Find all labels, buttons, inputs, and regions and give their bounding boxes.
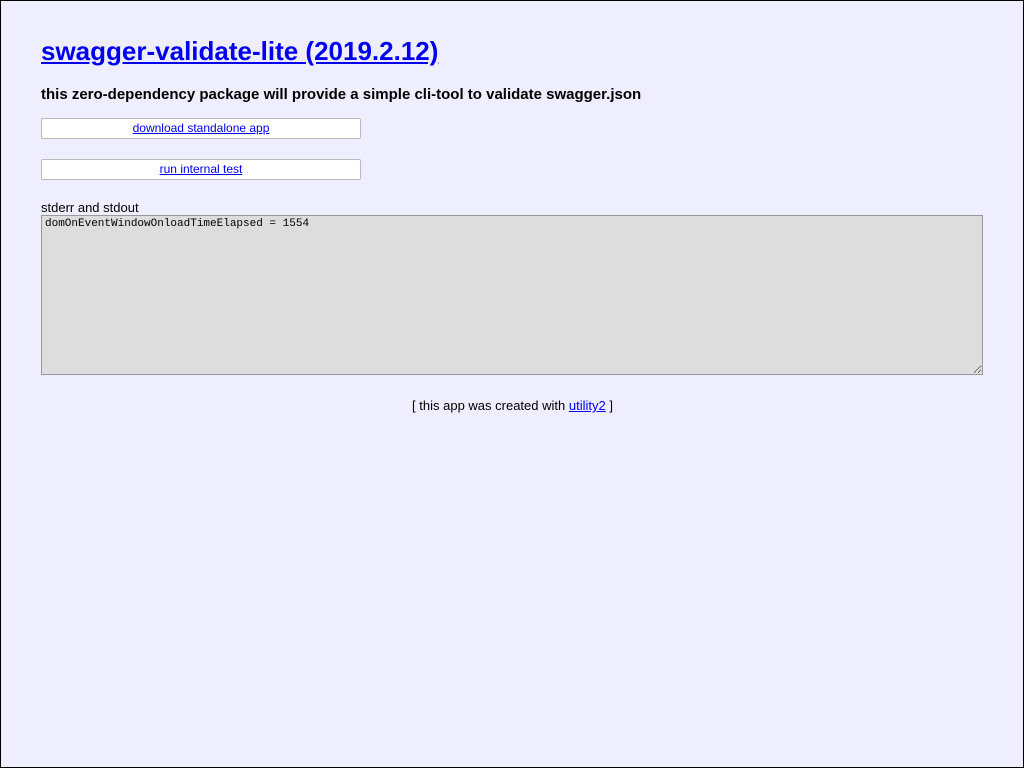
page-description: this zero-dependency package will provid… — [41, 86, 642, 103]
utility2-link[interactable]: utility2 — [569, 398, 606, 413]
download-standalone-app-button[interactable]: download standalone app — [41, 118, 361, 139]
footer: [ this app was created with utility2 ] — [41, 398, 984, 414]
footer-prefix: [ this app was created with — [412, 398, 569, 413]
run-internal-test-button[interactable]: run internal test — [41, 159, 361, 180]
footer-suffix: ] — [605, 398, 613, 413]
page-title-link[interactable]: swagger-validate-lite (2019.2.12) — [41, 35, 438, 67]
output-textarea[interactable]: domOnEventWindowOnloadTimeElapsed = 1554 — [41, 215, 983, 375]
output-label: stderr and stdout — [41, 200, 139, 215]
